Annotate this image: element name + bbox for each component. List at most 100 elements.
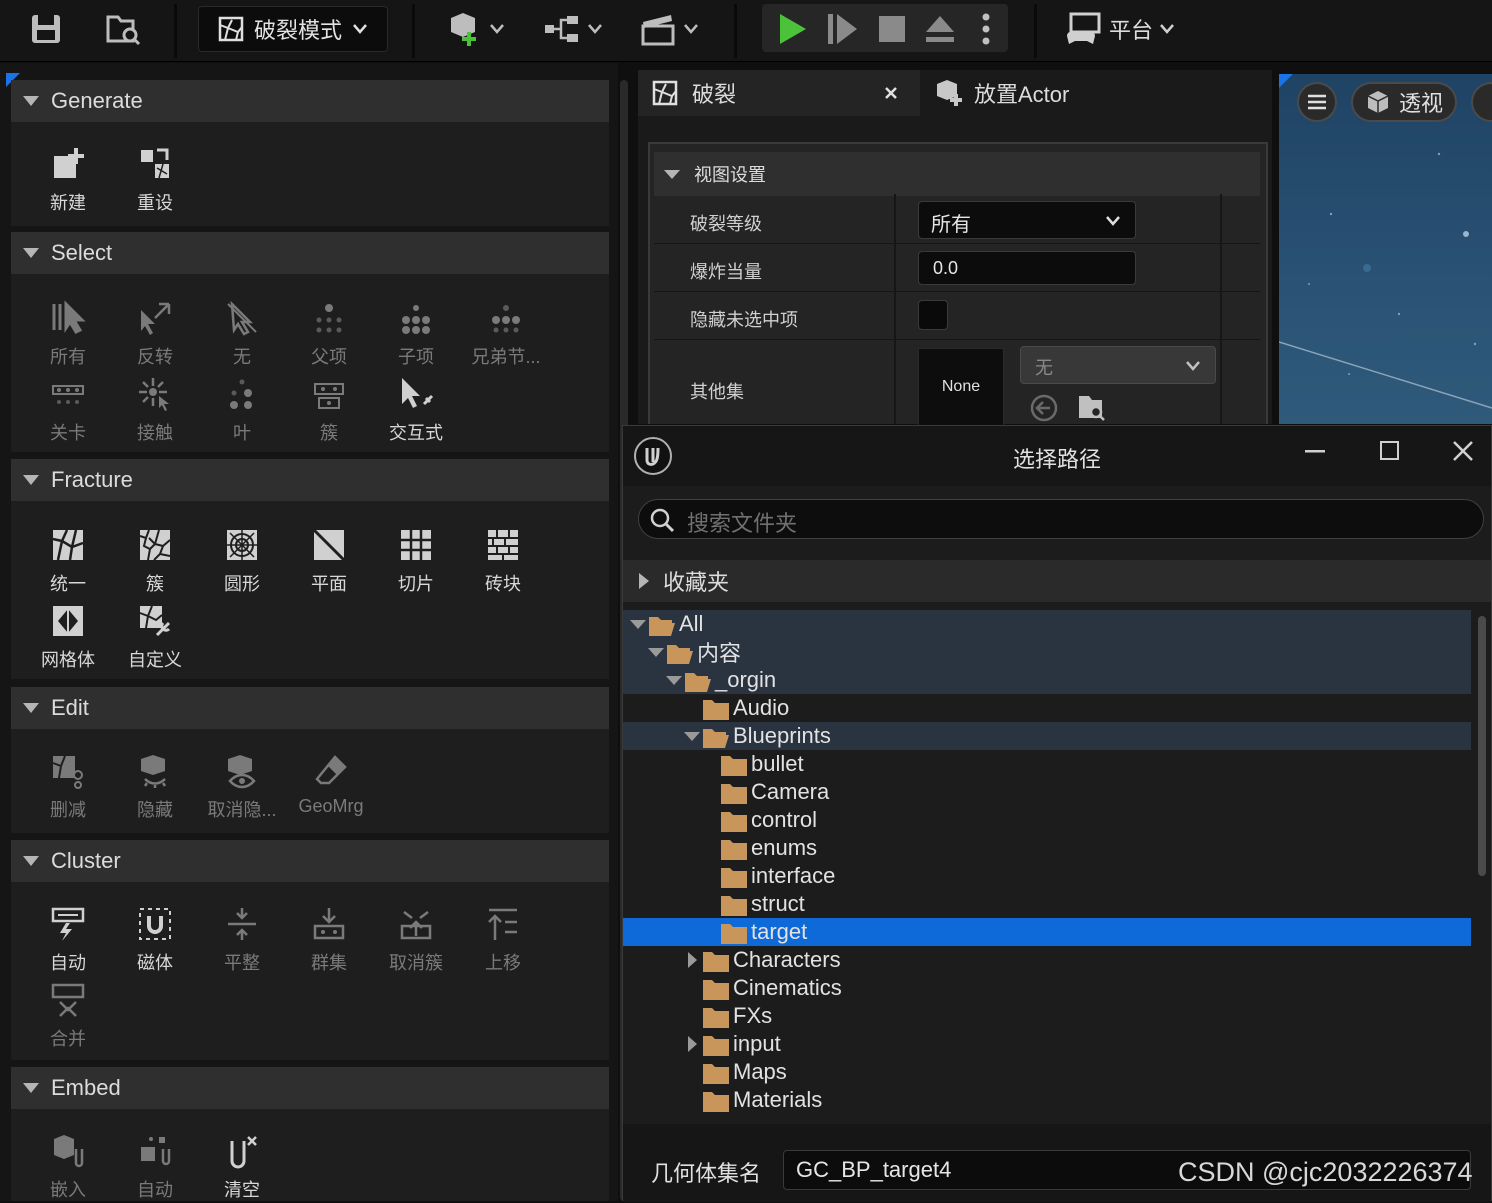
folder-tree-item[interactable]: control: [623, 806, 1471, 834]
level-viewport[interactable]: 透视: [1279, 74, 1492, 424]
hide-unselected-checkbox[interactable]: [918, 300, 948, 330]
blueprint-button[interactable]: [538, 6, 608, 52]
tab-fracture[interactable]: 破裂: [638, 70, 920, 116]
collapsed-arrow-icon[interactable]: [683, 952, 701, 968]
tool-select-parent[interactable]: 父项: [286, 300, 372, 370]
add-actor-button[interactable]: [440, 6, 510, 52]
folder-tree-item[interactable]: interface: [623, 862, 1471, 890]
folder-tree-item[interactable]: All: [623, 610, 1471, 638]
tool-new[interactable]: 新建: [25, 146, 111, 216]
section-header-cluster[interactable]: Cluster: [11, 840, 609, 882]
tool-select-invert[interactable]: 反转: [112, 300, 198, 370]
tool-fracture-planar[interactable]: 平面: [286, 527, 372, 597]
mode-dropdown[interactable]: 破裂模式: [198, 6, 388, 52]
tool-select-interactive[interactable]: 交互式: [373, 376, 459, 446]
tool-select-leaf[interactable]: 叶: [199, 376, 285, 446]
viewport-menu-button[interactable]: [1297, 82, 1337, 122]
collapsed-arrow-icon[interactable]: [683, 1036, 701, 1052]
section-header-edit[interactable]: Edit: [11, 687, 609, 729]
explode-input[interactable]: 0.0: [918, 251, 1136, 285]
maximize-icon[interactable]: [1379, 440, 1401, 462]
use-selected-icon[interactable]: [1030, 394, 1058, 422]
view-settings-header[interactable]: 视图设置: [654, 152, 1260, 196]
tool-fracture-custom[interactable]: 自定义: [112, 603, 198, 673]
platform-dropdown[interactable]: 平台: [1060, 6, 1180, 52]
expanded-arrow-icon[interactable]: [647, 647, 665, 657]
tool-edit-prune[interactable]: 删减: [25, 753, 111, 823]
folder-label: bullet: [751, 751, 804, 776]
tool-edit-unhide[interactable]: 取消隐...: [199, 753, 285, 823]
tool-cluster-uncluster[interactable]: 取消簇: [373, 906, 459, 976]
tool-embed-auto[interactable]: 自动: [112, 1133, 198, 1203]
tool-cluster-auto[interactable]: 自动: [25, 906, 111, 976]
expanded-arrow-icon[interactable]: [629, 619, 647, 629]
tool-cluster-magnet[interactable]: 磁体: [112, 906, 198, 976]
favorites-header[interactable]: 收藏夹: [623, 560, 1491, 602]
tool-fracture-cluster[interactable]: 簇: [112, 527, 198, 597]
asset-thumbnail[interactable]: None: [918, 348, 1004, 426]
tool-embed-embed[interactable]: 嵌入: [25, 1133, 111, 1203]
tool-fracture-radial[interactable]: 圆形: [199, 527, 285, 597]
other-collection-dropdown[interactable]: 无: [1020, 346, 1216, 384]
folder-tree-item[interactable]: input: [623, 1030, 1471, 1058]
folder-tree-item[interactable]: struct: [623, 890, 1471, 918]
play-button[interactable]: [770, 6, 814, 52]
tool-cluster-moveup[interactable]: 上移: [460, 906, 546, 976]
section-header-fracture[interactable]: Fracture: [11, 459, 609, 501]
browse-button[interactable]: [100, 6, 146, 52]
folder-tree-item[interactable]: FXs: [623, 1002, 1471, 1030]
tool-select-siblings[interactable]: 兄弟节...: [460, 300, 552, 370]
minimize-icon[interactable]: [1305, 448, 1327, 454]
folder-tree-item[interactable]: target: [623, 918, 1471, 946]
tool-select-children[interactable]: 子项: [373, 300, 459, 370]
folder-tree-item[interactable]: Maps: [623, 1058, 1471, 1086]
tool-cluster-merge[interactable]: 合并: [25, 982, 111, 1052]
folder-tree-item[interactable]: Characters: [623, 946, 1471, 974]
tool-fracture-slice[interactable]: 切片: [373, 527, 459, 597]
folder-tree-item[interactable]: bullet: [623, 750, 1471, 778]
tool-select-contact[interactable]: 接触: [112, 376, 198, 446]
folder-tree-item[interactable]: Blueprints: [623, 722, 1471, 750]
tool-edit-geomerge[interactable]: GeoMrg: [286, 753, 376, 823]
section-header-generate[interactable]: Generate: [11, 80, 609, 122]
close-icon[interactable]: [884, 86, 898, 100]
folder-tree-item[interactable]: enums: [623, 834, 1471, 862]
tool-cluster-group[interactable]: 群集: [286, 906, 372, 976]
eject-button[interactable]: [918, 6, 962, 52]
tab-place-actors[interactable]: 放置Actor: [920, 70, 1272, 116]
close-icon[interactable]: [1451, 439, 1475, 463]
tool-fracture-brick[interactable]: 砖块: [460, 527, 546, 597]
tool-select-cluster[interactable]: 簇: [286, 376, 372, 446]
advance-frame-button[interactable]: [820, 6, 864, 52]
browse-asset-icon[interactable]: [1076, 392, 1106, 422]
cinematics-button[interactable]: [634, 6, 704, 52]
tool-reset[interactable]: 重设: [112, 146, 198, 216]
folder-tree-item[interactable]: 内容: [623, 638, 1471, 666]
tool-embed-clear[interactable]: 清空: [199, 1133, 285, 1203]
tool-select-none[interactable]: 无: [199, 300, 285, 370]
save-button[interactable]: [24, 6, 68, 52]
more-options-button[interactable]: [968, 6, 1004, 52]
tool-edit-hide[interactable]: 隐藏: [112, 753, 198, 823]
tool-cluster-flatten[interactable]: 平整: [199, 906, 285, 976]
expanded-arrow-icon[interactable]: [683, 731, 701, 741]
section-header-select[interactable]: Select: [11, 232, 609, 274]
stop-button[interactable]: [870, 6, 914, 52]
save-icon: [29, 12, 63, 46]
tool-fracture-uniform[interactable]: 统一: [25, 527, 111, 597]
folder-tree-item[interactable]: Materials: [623, 1086, 1471, 1114]
tool-select-all[interactable]: 所有: [25, 300, 111, 370]
level-dropdown[interactable]: 所有: [918, 201, 1136, 239]
folder-search-input[interactable]: 搜索文件夹: [638, 499, 1484, 539]
folder-tree-item[interactable]: Cinematics: [623, 974, 1471, 1002]
section-header-embed[interactable]: Embed: [11, 1067, 609, 1109]
folder-tree-item[interactable]: Camera: [623, 778, 1471, 806]
tool-select-level[interactable]: 关卡: [25, 376, 111, 446]
tree-scrollbar[interactable]: [1478, 616, 1486, 876]
perspective-button[interactable]: 透视: [1351, 82, 1457, 122]
folder-tree-item[interactable]: _orgin: [623, 666, 1471, 694]
explode-value: 0.0: [933, 258, 959, 278]
expanded-arrow-icon[interactable]: [665, 675, 683, 685]
tool-fracture-mesh[interactable]: 网格体: [25, 603, 111, 673]
folder-tree-item[interactable]: Audio: [623, 694, 1471, 722]
